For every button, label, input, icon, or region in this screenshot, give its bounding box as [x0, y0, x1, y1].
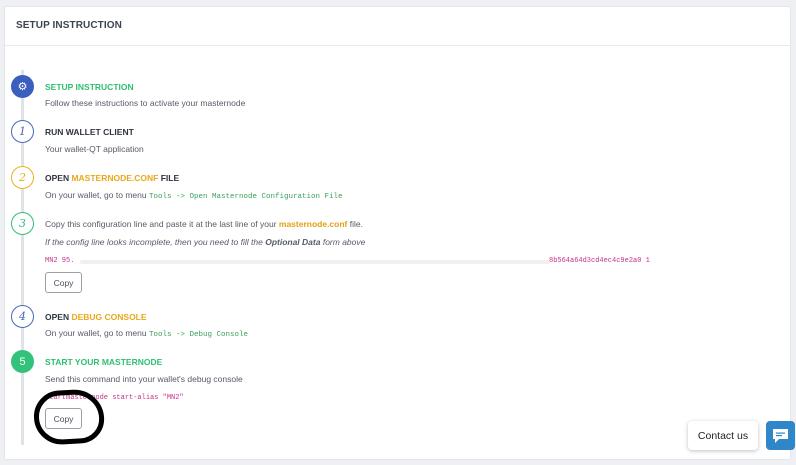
step-description: Copy this configuration line and paste i…: [45, 219, 363, 229]
step-description: Your wallet-QT application: [45, 144, 144, 154]
note-text: form above: [320, 237, 366, 247]
step-title: START YOUR MASTERNODE: [45, 357, 163, 367]
chat-bubble-icon: [773, 428, 788, 443]
gear-icon: ⚙: [11, 75, 34, 98]
step-note: If the config line looks incomplete, the…: [45, 237, 365, 247]
card-header: SETUP INSTRUCTION: [5, 7, 790, 46]
config-line: MN2 95. 8b564a64d3cd4ec4c9e2a0 1: [45, 257, 650, 265]
page-title: SETUP INSTRUCTION: [16, 20, 122, 31]
step-number-1: 1: [11, 120, 34, 143]
chat-icon[interactable]: [766, 421, 795, 450]
title-highlight: MASTERNODE.CONF: [71, 173, 159, 183]
title-highlight: DEBUG CONSOLE: [71, 312, 147, 322]
redacted-area: [80, 260, 550, 264]
desc-text: On your wallet, go to menu: [45, 328, 149, 338]
step-number-4: 4: [11, 305, 34, 328]
setup-instruction-card: SETUP INSTRUCTION: [4, 6, 791, 460]
step-description: Send this command into your wallet's deb…: [45, 374, 243, 384]
hand-drawn-annotation: [32, 388, 106, 446]
note-text: If the config line looks incomplete, the…: [45, 237, 266, 247]
config-line-start: MN2 95.: [45, 257, 75, 265]
copy-config-button[interactable]: Copy: [45, 272, 82, 293]
step-number-2: 2: [11, 166, 34, 189]
config-line-end: 8b564a64d3cd4ec4c9e2a0 1: [549, 257, 650, 265]
step-title: SETUP INSTRUCTION: [45, 82, 134, 92]
desc-text: file.: [347, 219, 363, 229]
title-text: FILE: [158, 173, 180, 183]
step-title: OPEN MASTERNODE.CONF FILE: [45, 173, 179, 183]
note-bold: Optional Data: [265, 237, 321, 247]
contact-us-button[interactable]: Contact us: [688, 421, 758, 450]
desc-text: On your wallet, go to menu: [45, 190, 149, 200]
step-title: OPEN DEBUG CONSOLE: [45, 312, 147, 322]
step-description: On your wallet, go to menu Tools -> Open…: [45, 190, 343, 201]
step-description: Follow these instructions to activate yo…: [45, 98, 246, 108]
desc-highlight: masternode.conf: [278, 219, 348, 229]
step-number-3: 3: [11, 212, 34, 235]
menu-path: Tools -> Open Masternode Configuration F…: [148, 193, 343, 201]
menu-path: Tools -> Debug Console: [148, 331, 248, 339]
desc-text: Copy this configuration line and paste i…: [45, 219, 279, 229]
title-text: OPEN: [45, 312, 72, 322]
step-title: RUN WALLET CLIENT: [45, 127, 134, 137]
step-number-5: 5: [11, 350, 34, 373]
step-description: On your wallet, go to menu Tools -> Debu…: [45, 328, 248, 339]
title-text: OPEN: [45, 173, 72, 183]
